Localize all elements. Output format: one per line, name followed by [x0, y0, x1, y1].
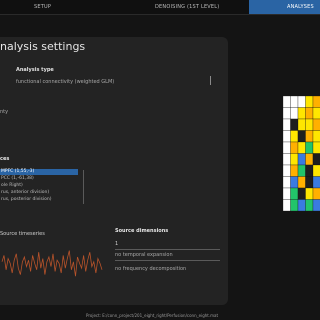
matrix-cell — [297, 96, 306, 108]
matrix-cell — [297, 199, 306, 212]
tab-analyses[interactable]: ANALYSES — [249, 0, 320, 14]
list-item[interactable]: PCC (1,-61,38) — [0, 176, 78, 182]
matrix-cell — [290, 164, 299, 177]
matrix-cell — [305, 164, 314, 177]
matrix-cell — [312, 164, 320, 177]
matrix-cell — [305, 107, 314, 120]
matrix-cell — [312, 187, 320, 200]
matrix-cell — [283, 153, 291, 166]
top-tab-bar: SETUP DENOISING (1st level) ANALYSES — [0, 0, 320, 15]
source-timeseries-label: Source timeseries — [0, 231, 45, 237]
matrix-cell — [290, 141, 299, 154]
matrix-cell — [312, 141, 320, 154]
matrix-cell — [297, 164, 306, 177]
matrix-cell — [290, 187, 299, 200]
matrix-cell — [305, 187, 314, 200]
matrix-cell — [283, 164, 291, 177]
list-item[interactable]: ole Right) — [0, 183, 78, 189]
sources-label: ces — [0, 156, 10, 162]
matrix-cell — [312, 96, 320, 108]
matrix-cell — [305, 176, 314, 189]
temporal-expansion-select[interactable]: no temporal expansion — [115, 252, 173, 258]
source-timeseries-plot — [1, 250, 103, 277]
tab-setup[interactable]: SETUP — [34, 0, 51, 14]
frequency-decomposition-select[interactable]: no frequency decomposition — [115, 266, 186, 272]
list-item[interactable]: rus, anterior division) — [0, 190, 78, 196]
matrix-cell — [283, 176, 291, 189]
list-item[interactable]: MPFC (1,55,-3) — [0, 169, 78, 175]
matrix-cell — [283, 118, 291, 131]
matrix-cell — [312, 153, 320, 166]
sources-list[interactable]: MPFC (1,55,-3) PCC (1,-61,38) ole Right)… — [0, 168, 84, 205]
temporal-expansion-underline — [115, 260, 220, 261]
matrix-cell — [283, 130, 291, 143]
source-dimensions-input[interactable]: 1 — [115, 241, 118, 247]
matrix-cell — [290, 199, 299, 212]
matrix-cell — [290, 96, 299, 108]
colorbar — [275, 108, 281, 158]
matrix-cell — [297, 187, 306, 200]
matrix-cell — [305, 118, 314, 131]
matrix-cell — [297, 130, 306, 143]
matrix-cell — [305, 96, 314, 108]
connectivity-matrix — [283, 96, 320, 212]
side-label: nty — [0, 109, 9, 115]
matrix-cell — [290, 107, 299, 120]
matrix-cell — [290, 153, 299, 166]
matrix-cell — [283, 199, 291, 212]
matrix-cell — [297, 176, 306, 189]
matrix-cell — [297, 107, 306, 120]
source-dimensions-underline — [115, 249, 220, 250]
matrix-cell — [283, 96, 291, 108]
matrix-cell — [312, 176, 320, 189]
matrix-cell — [305, 130, 314, 143]
source-dimensions-label: Source dimensions — [115, 228, 169, 234]
matrix-cell — [283, 187, 291, 200]
matrix-cell — [297, 153, 306, 166]
matrix-cell — [305, 153, 314, 166]
analysis-type-select[interactable]: functional connectivity (weighted GLM) — [16, 79, 114, 85]
matrix-cell — [297, 118, 306, 131]
matrix-cell — [283, 107, 291, 120]
matrix-cell — [290, 130, 299, 143]
panel-title: nalysis settings — [0, 40, 86, 53]
select-divider — [210, 76, 211, 85]
matrix-cell — [283, 141, 291, 154]
analysis-type-label: Analysis type — [16, 67, 54, 73]
matrix-cell — [312, 107, 320, 120]
list-item[interactable]: rus, posterior division) — [0, 197, 78, 203]
matrix-cell — [297, 141, 306, 154]
project-path: Project: E:/conn_project/201_eight_right… — [86, 313, 219, 318]
matrix-cell — [305, 141, 314, 154]
sources-scrollbar[interactable] — [83, 170, 84, 204]
tab-denoising[interactable]: DENOISING (1st level) — [155, 0, 219, 14]
matrix-cell — [312, 118, 320, 131]
timeseries-line — [1, 250, 103, 277]
matrix-cell — [290, 176, 299, 189]
matrix-cell — [305, 199, 314, 212]
matrix-cell — [312, 130, 320, 143]
matrix-cell — [312, 199, 320, 212]
matrix-cell — [290, 118, 299, 131]
